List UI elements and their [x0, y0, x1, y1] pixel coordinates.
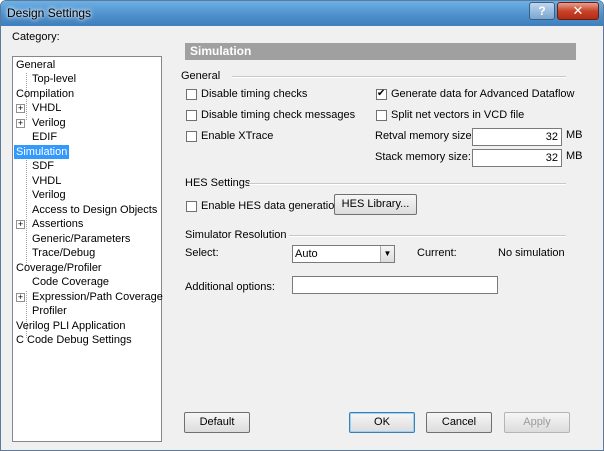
general-group-label: General — [181, 70, 221, 82]
tree-item-edif[interactable]: EDIF — [30, 130, 59, 144]
expand-icon[interactable]: + — [16, 119, 25, 128]
category-tree[interactable]: General Top-level Compilation + VHDL + V… — [12, 56, 165, 442]
dialog-body: Category: General Top-level Compilation … — [7, 26, 597, 446]
ok-button[interactable]: OK — [349, 412, 415, 433]
disable-timing-checks-checkbox[interactable] — [186, 89, 197, 100]
separator — [232, 76, 566, 78]
tree-item-coverage-profiler[interactable]: Coverage/Profiler — [14, 261, 104, 275]
disable-timing-check-messages-label: Disable timing check messages — [201, 109, 356, 121]
stack-memory-input[interactable]: 32 — [472, 149, 562, 167]
enable-hes-checkbox[interactable] — [186, 201, 197, 212]
separator — [249, 183, 566, 185]
panel-header: Simulation — [185, 43, 576, 60]
additional-options-input[interactable] — [292, 276, 498, 294]
disable-timing-checks-label: Disable timing checks — [201, 88, 308, 100]
design-settings-window: Design Settings ? ✕ Category: General To… — [0, 0, 604, 451]
resolution-select-value: Auto — [295, 248, 318, 260]
expand-icon[interactable]: + — [16, 293, 25, 302]
tree-item-profiler[interactable]: Profiler — [30, 304, 69, 318]
current-value: No simulation — [498, 247, 565, 259]
disable-timing-check-messages-checkbox[interactable] — [186, 110, 197, 121]
tree-item-general[interactable]: General — [14, 58, 57, 72]
split-net-vectors-label: Split net vectors in VCD file — [391, 109, 525, 121]
hes-library-button[interactable]: HES Library... — [334, 194, 417, 215]
close-button[interactable]: ✕ — [557, 2, 599, 20]
retval-memory-label: Retval memory size: — [375, 130, 475, 142]
tree-item-trace-debug[interactable]: Trace/Debug — [30, 246, 97, 260]
cancel-button[interactable]: Cancel — [426, 412, 492, 433]
enable-xtrace-label: Enable XTrace — [201, 130, 274, 142]
tree-item-sim-verilog[interactable]: Verilog — [30, 188, 68, 202]
stack-unit: MB — [566, 150, 583, 162]
tree-item-verilog[interactable]: Verilog — [30, 116, 68, 130]
tree-line — [26, 160, 27, 265]
hes-group-label: HES Settings — [185, 177, 251, 189]
tree-item-compilation[interactable]: Compilation — [14, 87, 76, 101]
help-button[interactable]: ? — [529, 2, 555, 20]
window-title: Design Settings — [7, 6, 92, 20]
tree-item-verilog-pli[interactable]: Verilog PLI Application — [14, 319, 127, 333]
separator — [289, 235, 566, 237]
chevron-down-icon[interactable]: ▼ — [380, 246, 394, 262]
tree-item-access-design-objects[interactable]: Access to Design Objects — [30, 203, 159, 217]
expand-icon[interactable]: + — [16, 220, 25, 229]
stack-memory-label: Stack memory size: — [375, 151, 471, 163]
tree-item-vhdl[interactable]: VHDL — [30, 101, 63, 115]
tree-item-expression-path-coverage[interactable]: Expression/Path Coverage — [30, 290, 165, 304]
select-label: Select: — [185, 247, 219, 259]
generate-dataflow-label: Generate data for Advanced Dataflow — [391, 88, 575, 100]
split-net-vectors-checkbox[interactable] — [376, 110, 387, 121]
tree-item-simulation[interactable]: Simulation — [14, 145, 70, 159]
default-button[interactable]: Default — [184, 412, 250, 433]
tree-item-c-code-debug[interactable]: C Code Debug Settings — [14, 333, 134, 347]
tree-item-assertions[interactable]: Assertions — [30, 217, 85, 231]
expand-icon[interactable]: + — [16, 104, 25, 113]
category-label: Category: — [12, 31, 60, 43]
retval-unit: MB — [566, 129, 583, 141]
tree-item-sdf[interactable]: SDF — [30, 159, 56, 173]
tree-item-generic-parameters[interactable]: Generic/Parameters — [30, 232, 132, 246]
enable-xtrace-checkbox[interactable] — [186, 131, 197, 142]
additional-options-label: Additional options: — [185, 281, 275, 293]
tree-item-sim-vhdl[interactable]: VHDL — [30, 174, 63, 188]
resolution-select[interactable]: Auto ▼ — [292, 245, 395, 263]
retval-memory-input[interactable]: 32 — [472, 128, 562, 146]
resolution-group-label: Simulator Resolution — [185, 229, 287, 241]
tree-item-top-level[interactable]: Top-level — [30, 72, 78, 86]
title-bar[interactable]: Design Settings ? ✕ — [1, 1, 603, 26]
generate-dataflow-checkbox[interactable] — [376, 88, 387, 100]
apply-button[interactable]: Apply — [504, 412, 570, 433]
tree-item-code-coverage[interactable]: Code Coverage — [30, 275, 111, 289]
enable-hes-label: Enable HES data generation — [201, 200, 341, 212]
current-label: Current: — [417, 247, 457, 259]
